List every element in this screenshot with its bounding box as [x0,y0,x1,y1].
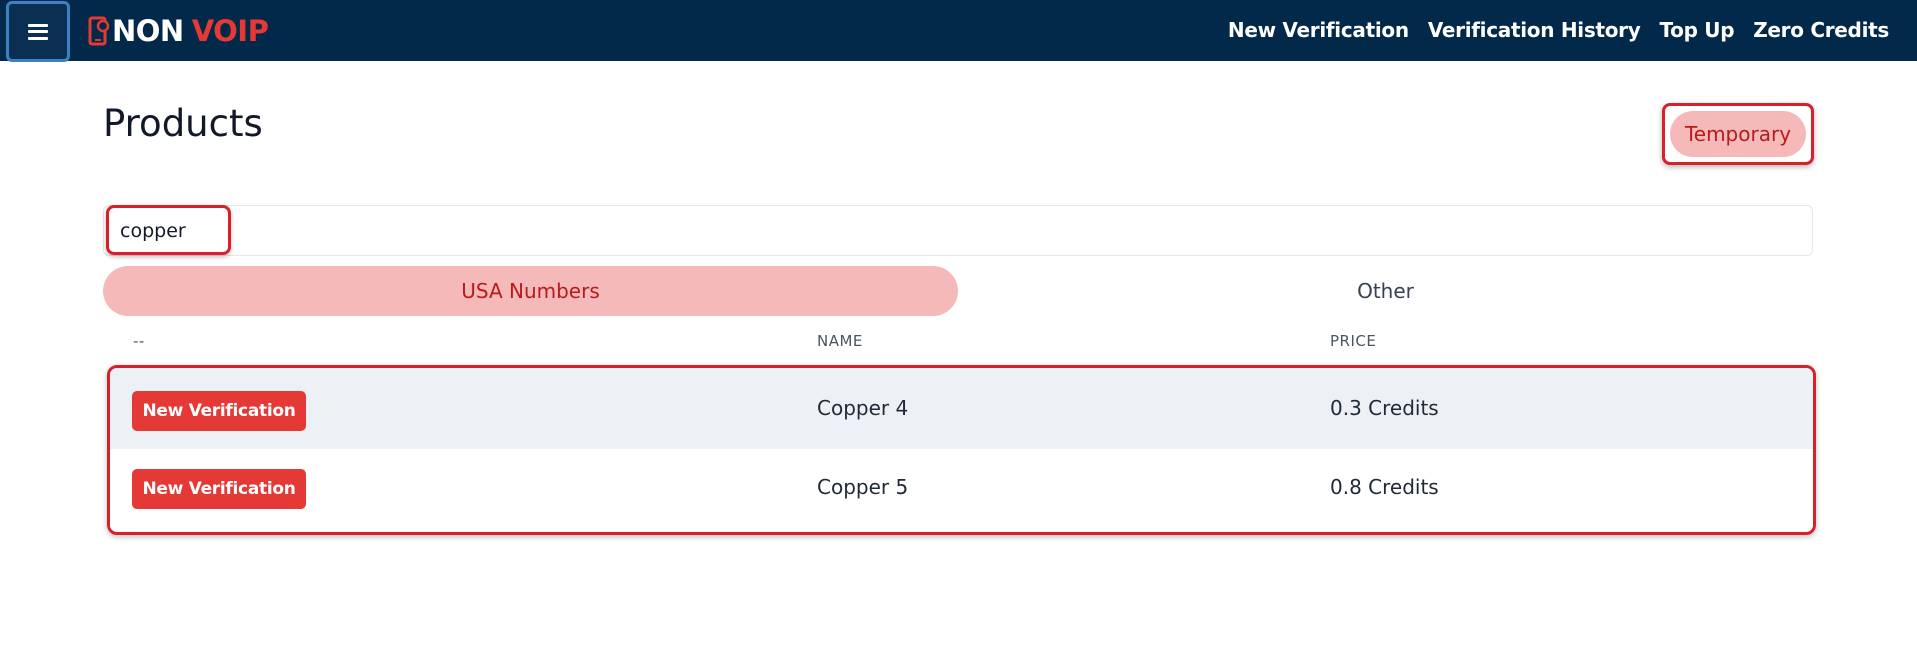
tab-usa-numbers[interactable]: USA Numbers [103,266,958,316]
product-name: Copper 4 [817,396,909,420]
new-verification-button[interactable]: New Verification [132,391,306,431]
tab-other[interactable]: Other [958,266,1813,316]
new-verification-button[interactable]: New Verification [132,469,306,509]
column-header-price[interactable]: PRICE [1330,332,1376,350]
top-navbar: NON VOIP New Verification Verification H… [0,0,1917,62]
brand-name-part1: NON [112,14,184,48]
column-header-action: -- [133,332,145,350]
hamburger-icon [28,23,48,40]
phone-logo-icon [88,16,110,46]
nav-links: New Verification Verification History To… [1228,18,1889,42]
search-input[interactable] [120,216,520,246]
product-table-highlight: New Verification Copper 4 0.3 Credits Ne… [107,365,1816,535]
column-header-name[interactable]: NAME [817,332,863,350]
table-row: New Verification Copper 5 0.8 Credits [110,449,1813,530]
brand-name-part2: VOIP [191,14,269,48]
temporary-button-highlight: Temporary [1662,103,1814,165]
hamburger-menu-button[interactable] [6,1,70,62]
temporary-button[interactable]: Temporary [1670,111,1806,157]
product-name: Copper 5 [817,475,909,499]
nav-link-verification-history[interactable]: Verification History [1428,18,1641,42]
product-price: 0.3 Credits [1330,396,1439,420]
nav-link-zero-credits[interactable]: Zero Credits [1753,18,1889,42]
product-price: 0.8 Credits [1330,475,1439,499]
page-title: Products [103,102,263,145]
table-row: New Verification Copper 4 0.3 Credits [110,368,1813,449]
nav-link-new-verification[interactable]: New Verification [1228,18,1409,42]
nav-link-top-up[interactable]: Top Up [1659,18,1734,42]
brand-logo[interactable]: NON VOIP [88,14,269,48]
